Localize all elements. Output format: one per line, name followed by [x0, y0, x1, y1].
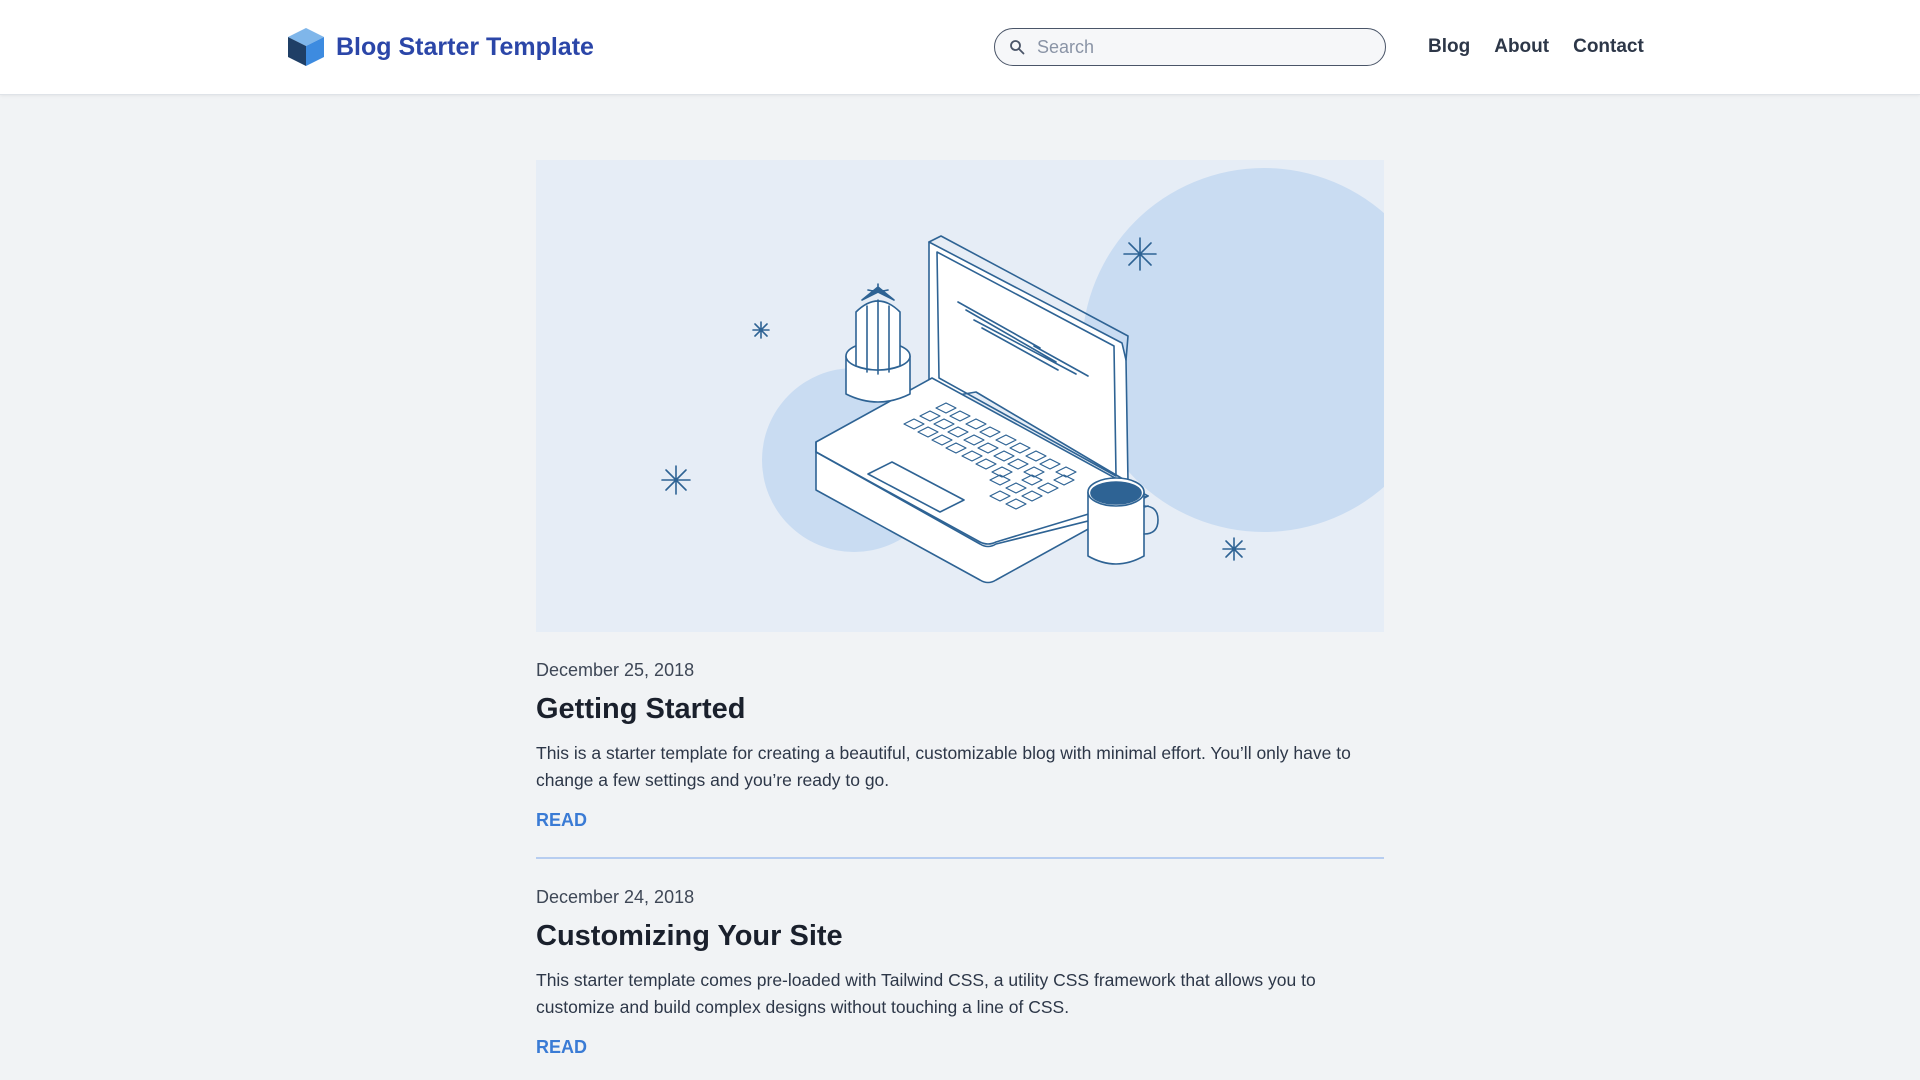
nav-link-contact[interactable]: Contact — [1573, 36, 1644, 58]
nav-link-blog[interactable]: Blog — [1428, 36, 1470, 58]
brand-title: Blog Starter Template — [336, 32, 594, 61]
post-excerpt: This is a starter template for creating … — [536, 743, 1351, 790]
post-title[interactable]: Customizing Your Site — [536, 920, 1384, 953]
post-excerpt: This starter template comes pre-loaded w… — [536, 970, 1316, 1017]
brand-link[interactable]: Blog Starter Template — [286, 26, 594, 68]
nav-link-about[interactable]: About — [1494, 36, 1549, 58]
site-header: Blog Starter Template Blog About Contact — [0, 0, 1920, 95]
post-list: December 25, 2018 Getting Started This i… — [536, 160, 1384, 1058]
hero-laptop-illustration — [536, 160, 1384, 632]
post-date: December 25, 2018 — [536, 660, 695, 680]
search-box[interactable] — [994, 28, 1386, 66]
post-title[interactable]: Getting Started — [536, 693, 1384, 726]
main-nav: Blog About Contact — [1428, 36, 1668, 58]
cube-logo-icon — [288, 28, 324, 66]
post-card: December 24, 2018 Customizing Your Site … — [536, 859, 1384, 1058]
search-input[interactable] — [1035, 35, 1369, 59]
post-card: December 25, 2018 Getting Started This i… — [536, 632, 1384, 831]
read-link[interactable]: READ — [536, 810, 587, 831]
read-link[interactable]: READ — [536, 1037, 587, 1058]
post-date: December 24, 2018 — [536, 887, 695, 907]
search-icon — [1010, 40, 1025, 55]
